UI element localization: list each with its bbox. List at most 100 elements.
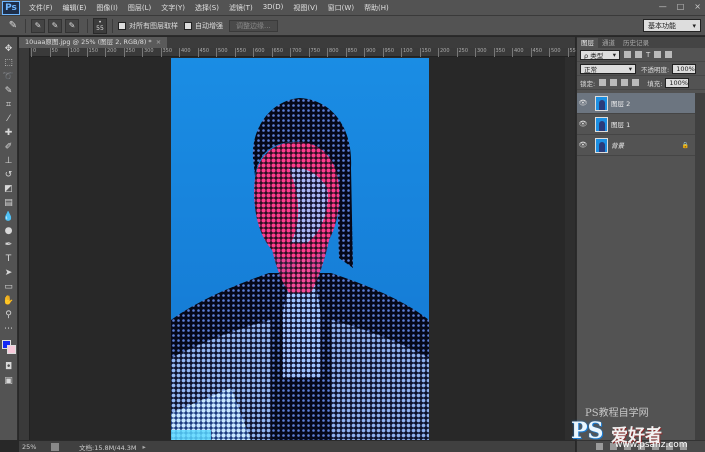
pixel-filter-icon[interactable] xyxy=(624,51,631,58)
opacity-field[interactable]: 100% xyxy=(672,63,697,74)
brush-size-picker[interactable]: • 55 xyxy=(93,17,107,34)
halftone-portrait-image[interactable] xyxy=(171,58,429,440)
horizontal-ruler[interactable]: 0 50 100 150 200 250 300 350 400 450 500 550 600 650 7… xyxy=(30,48,579,57)
blend-mode-value: 正常 xyxy=(584,65,597,74)
smart-object-filter-icon[interactable] xyxy=(665,51,673,58)
marquee-tool-icon[interactable]: ⬚ xyxy=(2,57,16,69)
dodge-tool-icon[interactable]: ● xyxy=(2,225,16,237)
document-tab-bar: 10uaa原图.jpg @ 25% (图层 2, RGB/8) * × xyxy=(19,37,575,48)
layer-row[interactable]: 👁 背景 🔒 xyxy=(577,135,695,156)
adjustment-filter-icon[interactable] xyxy=(635,51,642,58)
minimize-icon[interactable]: — xyxy=(659,2,667,11)
menu-item[interactable]: 文件(F) xyxy=(24,3,58,13)
type-filter-icon[interactable]: T xyxy=(646,51,650,59)
eye-icon[interactable]: 👁 xyxy=(577,141,589,149)
menu-item[interactable]: 选择(S) xyxy=(190,3,224,13)
ruler-tick-label: 300 xyxy=(142,48,154,57)
layer-row[interactable]: 👁 图层 1 xyxy=(577,114,695,135)
add-selection-icon[interactable]: ✎ xyxy=(48,18,62,33)
brush-tool-icon[interactable]: ✐ xyxy=(2,141,16,153)
path-selection-tool-icon[interactable]: ➤ xyxy=(2,267,16,279)
panel-tabs: 图层 通道 历史记录 xyxy=(577,37,705,48)
menu-item[interactable]: 文字(Y) xyxy=(156,3,190,13)
more-tools-icon[interactable]: ⋯ xyxy=(2,323,16,335)
menu-item[interactable]: 图层(L) xyxy=(123,3,156,13)
blend-mode-select[interactable]: 正常 ▾ xyxy=(580,63,636,74)
tab-history[interactable]: 历史记录 xyxy=(619,38,653,48)
workspace-select[interactable]: 基本功能 ▾ xyxy=(643,19,701,32)
auto-enhance-checkbox[interactable] xyxy=(184,21,192,30)
watermark-logo: PS教程自学网 PS 爱好者 www.psahz.com xyxy=(571,404,701,450)
vertical-ruler[interactable] xyxy=(19,48,30,440)
pen-tool-icon[interactable]: ✒ xyxy=(2,239,16,251)
fill-field[interactable]: 100% xyxy=(665,77,690,88)
subtract-selection-icon[interactable]: ✎ xyxy=(65,18,79,33)
ruler-tick-label: 350 xyxy=(493,48,506,57)
rectangle-tool-icon[interactable]: ▭ xyxy=(2,281,16,293)
lock-all-icon[interactable] xyxy=(632,79,640,86)
menu-item[interactable]: 滤镜(T) xyxy=(224,3,258,13)
screen-mode-icon[interactable]: ▣ xyxy=(2,375,16,387)
menu-item[interactable]: 图像(I) xyxy=(91,3,123,13)
quick-selection-tool-icon[interactable]: ✎ xyxy=(6,19,20,33)
zoom-tool-icon[interactable]: ⚲ xyxy=(2,309,16,321)
refine-edge-button[interactable]: 调整边缘... xyxy=(229,19,278,32)
close-icon[interactable]: × xyxy=(694,2,701,11)
history-brush-tool-icon[interactable]: ↺ xyxy=(2,169,16,181)
chevron-right-icon[interactable]: ▸ xyxy=(143,443,146,451)
lock-pixels-icon[interactable] xyxy=(610,79,618,86)
auto-enhance-label: 自动增强 xyxy=(195,21,223,30)
sample-all-layers-label: 对所有图层取样 xyxy=(129,21,178,30)
tab-layers[interactable]: 图层 xyxy=(577,38,598,48)
hand-tool-icon[interactable]: ✋ xyxy=(2,295,16,307)
type-tool-icon[interactable]: T xyxy=(2,253,16,265)
crop-tool-icon[interactable]: ⌗ xyxy=(2,99,16,111)
menu-item[interactable]: 帮助(H) xyxy=(359,3,394,13)
close-tab-icon[interactable]: × xyxy=(156,38,161,46)
blur-tool-icon[interactable]: 💧 xyxy=(2,211,16,223)
clone-stamp-tool-icon[interactable]: ⊥ xyxy=(2,155,16,167)
eye-icon[interactable]: 👁 xyxy=(577,120,589,128)
background-color-swatch[interactable] xyxy=(6,345,16,354)
chevron-down-icon: ▾ xyxy=(612,50,616,59)
menu-item[interactable]: 3D(D) xyxy=(258,3,289,13)
eyedropper-tool-icon[interactable]: ⁄ xyxy=(2,113,16,125)
tools-panel: ✥ ⬚ ➰ ✎ ⌗ ⁄ ✚ ✐ ⊥ ↺ ◩ ▤ 💧 ● ✒ T ➤ ▭ ✋ ⚲ … xyxy=(0,37,18,440)
canvas-vertical-scrollbar[interactable] xyxy=(565,57,575,440)
canvas-area[interactable] xyxy=(30,57,575,440)
sample-all-layers-checkbox[interactable] xyxy=(118,21,126,30)
menu-item[interactable]: 窗口(W) xyxy=(323,3,359,13)
color-swatches[interactable] xyxy=(1,339,17,357)
eye-icon[interactable]: 👁 xyxy=(577,99,589,107)
lock-transparent-icon[interactable] xyxy=(599,79,607,86)
quick-mask-icon[interactable]: ◘ xyxy=(2,361,16,373)
lasso-tool-icon[interactable]: ➰ xyxy=(2,71,16,83)
menu-item[interactable]: 视图(V) xyxy=(288,3,322,13)
ruler-tick-label: 200 xyxy=(438,48,450,57)
zoom-level[interactable]: 25% xyxy=(19,443,45,451)
photoshop-logo: Ps xyxy=(2,0,20,15)
ruler-tick-label: 0 xyxy=(30,48,37,57)
watermark-url: www.psahz.com xyxy=(615,440,688,450)
layer-thumbnail xyxy=(595,116,608,132)
document-tab-title: 10uaa原图.jpg @ 25% (图层 2, RGB/8) * xyxy=(25,38,152,46)
lock-position-icon[interactable] xyxy=(621,79,629,86)
ruler-tick-label: 50 xyxy=(49,48,58,57)
document-tab[interactable]: 10uaa原图.jpg @ 25% (图层 2, RGB/8) * × xyxy=(19,37,168,48)
move-tool-icon[interactable]: ✥ xyxy=(2,43,16,55)
info-icon[interactable] xyxy=(51,442,59,451)
tab-channels[interactable]: 通道 xyxy=(598,38,619,48)
healing-brush-tool-icon[interactable]: ✚ xyxy=(2,127,16,139)
layers-scrollbar[interactable] xyxy=(695,93,705,443)
eraser-tool-icon[interactable]: ◩ xyxy=(2,183,16,195)
layer-kind-filter[interactable]: ρ 类型 ▾ xyxy=(580,49,620,60)
layer-row[interactable]: 👁 图层 2 xyxy=(577,93,695,114)
menu-item[interactable]: 编辑(E) xyxy=(58,3,92,13)
maximize-icon[interactable]: □ xyxy=(677,2,685,11)
halftone-portrait-svg xyxy=(171,58,429,440)
new-selection-icon[interactable]: ✎ xyxy=(31,18,45,33)
quick-selection-tool-icon[interactable]: ✎ xyxy=(2,85,16,97)
lock-row: 锁定: 填充: 100% xyxy=(577,76,705,90)
shape-filter-icon[interactable] xyxy=(654,51,662,58)
gradient-tool-icon[interactable]: ▤ xyxy=(2,197,16,209)
